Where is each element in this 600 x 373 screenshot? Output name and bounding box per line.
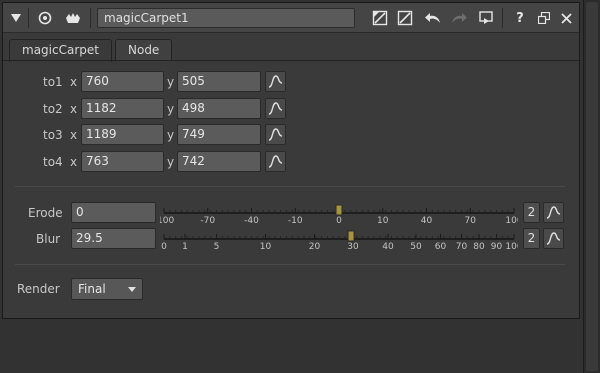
blur-animation-curve-icon[interactable] [543,228,564,249]
input-b-icon[interactable] [394,8,416,28]
panel-toolbar: magicCarpet1 ? [3,3,579,33]
erode-tick-label: -40 [244,216,259,225]
erode-label: Erode [28,206,63,220]
window-scrollbar[interactable] [583,0,600,373]
erode-tick-label: 100 [505,216,518,225]
collapse-triangle-icon[interactable] [7,8,25,28]
render-label: Render [17,282,60,296]
input-a-icon[interactable] [369,8,391,28]
erode-tick-label: 10 [377,216,389,225]
to3-y-label: y [167,128,175,142]
to4-x-input[interactable]: 763 [81,151,164,172]
blur-label: Blur [36,232,61,246]
erode-tick-label: 70 [465,216,477,225]
erode-slider[interactable]: -100-70-40-100104070100 [160,201,518,225]
render-dropdown-value: Final [78,282,106,296]
to3-label: to3 [43,128,63,142]
erode-input[interactable]: 0 [71,202,156,223]
scrollbar-thumb[interactable] [586,2,598,371]
render-dropdown[interactable]: Final [71,278,143,300]
to3-x-label: x [70,128,78,142]
to2-y-label: y [167,102,175,116]
erode-tick-label: -10 [288,216,303,225]
to1-x-input[interactable]: 760 [81,71,164,92]
to1-x-label: x [70,75,78,89]
to4-animation-curve-icon[interactable] [265,151,286,172]
redo-icon[interactable] [447,8,471,28]
node-graph-icon[interactable] [60,8,86,28]
blur-tick-label: 40 [382,242,394,251]
to3-x-input[interactable]: 1189 [81,124,164,145]
erode-tick-label: -100 [160,216,174,225]
to2-label: to2 [43,102,63,116]
blur-tick-label: 1 [182,242,188,251]
blur-tick-label: 30 [347,242,359,251]
blur-tick-label: 90 [491,242,503,251]
blur-input[interactable]: 29.5 [71,228,156,249]
blur-slider[interactable]: 0 1 5 10 20 30 40 50 60 70 80 90100 [160,227,518,251]
blur-tick-label: 0 [161,242,167,251]
to3-y-input[interactable]: 749 [177,124,261,145]
to2-x-label: x [70,102,78,116]
to4-label: to4 [43,155,63,169]
blur-handle[interactable] [347,230,355,242]
section-divider [15,186,565,187]
section-divider-2 [15,264,565,265]
blur-tick-label: 10 [260,242,272,251]
help-button[interactable]: ? [511,8,529,28]
erode-tick-label: -70 [200,216,215,225]
close-icon[interactable] [557,8,575,28]
tab-node[interactable]: Node [115,39,173,61]
revert-icon[interactable] [475,8,497,28]
to1-y-input[interactable]: 505 [177,71,261,92]
tab-bar: magicCarpet Node [3,34,579,62]
to2-y-input[interactable]: 498 [177,98,261,119]
viewer-target-icon[interactable] [32,8,58,28]
blur-tick-label: 80 [473,242,485,251]
erode-tick-label: 0 [336,216,342,225]
blur-dimensions-button[interactable]: 2 [523,228,540,249]
erode-animation-curve-icon[interactable] [543,202,564,223]
node-name-field[interactable]: magicCarpet1 [97,8,355,28]
to1-animation-curve-icon[interactable] [265,71,286,92]
to1-y-label: y [167,75,175,89]
erode-tick-label: 40 [421,216,433,225]
to1-label: to1 [43,75,63,89]
blur-tick-label: 50 [410,242,422,251]
blur-tick-label: 20 [309,242,321,251]
to3-animation-curve-icon[interactable] [265,124,286,145]
blur-tick-label: 70 [456,242,468,251]
properties-panel: magicCarpet1 ? magicCarpet Node to1 x 76 [2,2,580,319]
blur-tick-label: 5 [214,242,220,251]
float-panel-icon[interactable] [535,8,553,28]
tab-divider [3,60,579,61]
chevron-down-icon [128,287,136,292]
to2-animation-curve-icon[interactable] [265,98,286,119]
erode-handle[interactable] [335,204,343,216]
blur-tick-label: 100 [505,242,518,251]
to4-y-label: y [167,155,175,169]
undo-icon[interactable] [421,8,445,28]
to4-y-input[interactable]: 742 [177,151,261,172]
tab-magiccarpet[interactable]: magicCarpet [9,39,112,62]
erode-dimensions-button[interactable]: 2 [523,202,540,223]
to4-x-label: x [70,155,78,169]
blur-tick-label: 60 [435,242,447,251]
to2-x-input[interactable]: 1182 [81,98,164,119]
